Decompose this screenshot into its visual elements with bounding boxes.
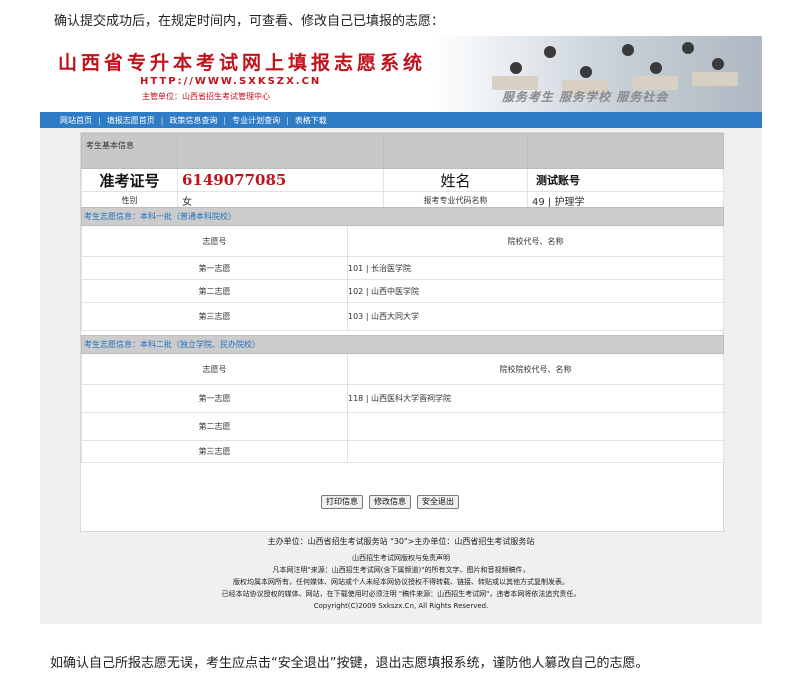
footer-line-5: 已经本站协议授权的媒体、网站，在下载使用时必须注明 "稿件来源：山西招生考试网"… <box>221 590 581 598</box>
table-row: 第二志愿 <box>81 412 724 441</box>
top-nav: 网站首页 | 填报志愿首页 | 政策信息查询 | 专业计划查询 | 表格下载 <box>40 112 762 128</box>
outro-text: 如确认自己所报志愿无误，考生应点击“安全退出”按键，退出志愿填报系统，谨防他人篡… <box>50 656 649 671</box>
batch2-col-school: 院校院校代号、名称 <box>347 353 724 385</box>
table-row: 第三志愿 103 | 山西大同大学 <box>81 302 724 331</box>
batch2-choice-3-school <box>347 440 724 463</box>
batch1-title[interactable]: 考生志愿信息：本科一批（普通本科院校） <box>81 207 724 226</box>
batch2-title[interactable]: 考生志愿信息：本科二批（独立学院、民办院校） <box>81 335 724 354</box>
intro-text: 确认提交成功后，在规定时间内，可查看、修改自己已填报的志愿： <box>54 14 445 29</box>
site-url: HTTP://WWW.SXKSZX.CN <box>140 76 322 87</box>
site-banner: 山西省专升本考试网上填报志愿系统 HTTP://WWW.SXKSZX.CN 主管… <box>40 36 762 112</box>
table-row: 第二志愿 102 | 山西中医学院 <box>81 279 724 303</box>
nav-item-apply-home[interactable]: 填报志愿首页 <box>107 115 155 126</box>
action-buttons: 打印信息 修改信息 安全退出 <box>321 495 459 509</box>
batch1-col-choice: 志愿号 <box>81 225 348 257</box>
batch1-choice-1-school: 101 | 长治医学院 <box>347 256 724 280</box>
batch1-choice-1-label: 第一志愿 <box>81 256 348 280</box>
table-row: 第一志愿 118 | 山西医科大学晋祠学院 <box>81 384 724 413</box>
student-info-label: 考生基本信息 <box>81 133 178 169</box>
batch1-choice-3-label: 第三志愿 <box>81 302 348 331</box>
site-footer: 主办单位：山西省招生考试服务站 "30">主办单位：山西省招生考试服务站 山西招… <box>40 536 762 612</box>
print-button[interactable]: 打印信息 <box>321 495 363 509</box>
footer-disclaimer-title: 山西招生考试网版权与免责声明 <box>352 554 450 562</box>
batch2-choice-2-label: 第二志愿 <box>81 412 348 441</box>
footer-line-4: 版权均属本网所有，任何媒体、网站或个人未经本网协议授权不得转载、链接、转贴或以其… <box>233 578 569 586</box>
screenshot-frame: 山西省专升本考试网上填报志愿系统 HTTP://WWW.SXKSZX.CN 主管… <box>40 36 762 624</box>
site-title: 山西省专升本考试网上填报志愿系统 <box>58 52 427 74</box>
site-slogan: 服务考生 服务学校 服务社会 <box>502 90 669 104</box>
batch1-col-school: 院校代号、名称 <box>347 225 724 257</box>
nav-item-home[interactable]: 网站首页 <box>60 115 92 126</box>
batch1-choice-2-label: 第二志愿 <box>81 279 348 303</box>
footer-sponsor: 主办单位：山西省招生考试服务站 "30">主办单位：山西省招生考试服务站 <box>267 537 535 546</box>
batch1-table: 考生志愿信息：本科一批（普通本科院校） 志愿号 院校代号、名称 第一志愿 101… <box>81 207 724 331</box>
exam-number-label: 准考证号 <box>81 168 178 192</box>
footer-copyright: Copyright(C)2009 Sxkszx.Cn, All Rights R… <box>313 602 489 610</box>
batch2-choice-2-school <box>347 412 724 441</box>
batch2-table: 考生志愿信息：本科二批（独立学院、民办院校） 志愿号 院校院校代号、名称 第一志… <box>81 335 724 463</box>
exam-number-value: 6149077085 <box>177 168 384 192</box>
student-info-header: 考生基本信息 <box>81 133 724 169</box>
edit-button[interactable]: 修改信息 <box>369 495 411 509</box>
batch2-choice-1-label: 第一志愿 <box>81 384 348 413</box>
student-name-label: 姓名 <box>383 168 528 192</box>
footer-line-3: 凡本网注明"来源：山西招生考试网(含下属频道)"的所有文字、图片和音视频稿件， <box>272 566 530 574</box>
nav-item-plan[interactable]: 专业计划查询 <box>232 115 280 126</box>
application-panel: 考生基本信息 准考证号 6149077085 姓名 测试账号 性别 女 报考专业… <box>80 132 724 532</box>
nav-item-policy[interactable]: 政策信息查询 <box>169 115 217 126</box>
batch2-col-choice: 志愿号 <box>81 353 348 385</box>
site-host: 主管单位：山西省招生考试管理中心 <box>142 92 270 101</box>
student-info-table: 考生基本信息 准考证号 6149077085 姓名 测试账号 性别 女 报考专业… <box>81 133 724 210</box>
student-name-value: 测试账号 <box>527 168 724 192</box>
table-row: 第一志愿 101 | 长治医学院 <box>81 256 724 280</box>
nav-item-forms[interactable]: 表格下载 <box>295 115 327 126</box>
batch2-choice-1-school: 118 | 山西医科大学晋祠学院 <box>347 384 724 413</box>
table-row: 第三志愿 <box>81 440 724 463</box>
batch2-choice-3-label: 第三志愿 <box>81 440 348 463</box>
batch1-choice-3-school: 103 | 山西大同大学 <box>347 302 724 331</box>
logout-button[interactable]: 安全退出 <box>417 495 459 509</box>
batch1-choice-2-school: 102 | 山西中医学院 <box>347 279 724 303</box>
